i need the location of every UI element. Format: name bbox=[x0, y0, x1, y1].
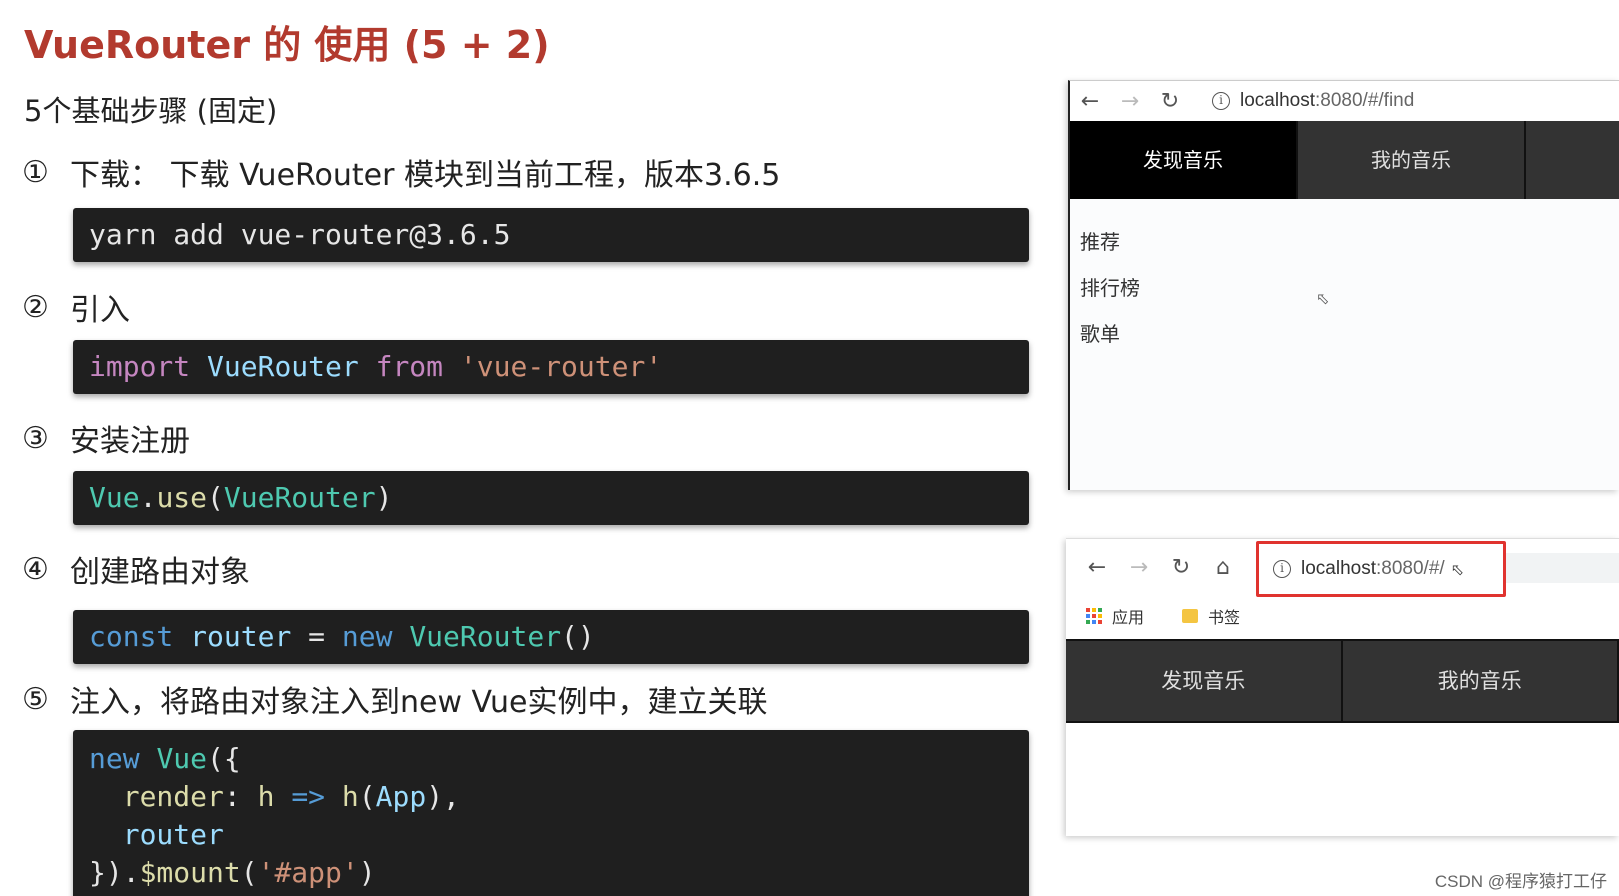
code-identifier: VueRouter bbox=[223, 481, 376, 514]
code-param: h bbox=[257, 780, 275, 813]
code-identifier: VueRouter bbox=[409, 620, 562, 653]
nav-tab-find[interactable]: 发现音乐 bbox=[1066, 641, 1343, 721]
code-punct: ) bbox=[375, 481, 393, 514]
bookmarks-bar: 应用 书签 bbox=[1066, 595, 1619, 637]
arrow-left-icon[interactable]: ← bbox=[1070, 89, 1110, 114]
code-line: yarn add vue-router@3.6.5 bbox=[89, 218, 511, 251]
code-line: }).$mount('#app') bbox=[89, 856, 376, 889]
code-keyword: import bbox=[89, 350, 191, 383]
address-bar-background bbox=[1506, 553, 1619, 583]
code-punct: ) bbox=[358, 856, 376, 889]
folder-icon[interactable] bbox=[1182, 609, 1199, 623]
code-method: use bbox=[156, 481, 208, 514]
code-punct: = bbox=[291, 620, 342, 653]
code-keyword: new bbox=[89, 742, 140, 775]
bookmark-folder[interactable]: 书签 bbox=[1208, 604, 1240, 628]
bookmark-apps[interactable]: 应用 bbox=[1112, 604, 1144, 628]
step-text: 引入 bbox=[70, 293, 130, 328]
url-path: :8080/#/ bbox=[1376, 558, 1445, 579]
arrow-right-icon[interactable]: → bbox=[1118, 555, 1160, 580]
code-block-use: Vue.use(VueRouter) bbox=[73, 471, 1029, 525]
nav-tab-my[interactable]: 我的音乐 bbox=[1343, 641, 1619, 721]
music-nav: 发现音乐 我的音乐 bbox=[1066, 639, 1619, 723]
code-punct: ( bbox=[240, 856, 258, 889]
info-icon[interactable]: i bbox=[1212, 92, 1230, 110]
link-playlist[interactable]: 歌单 bbox=[1080, 315, 1619, 361]
apps-grid-icon[interactable] bbox=[1086, 608, 1102, 624]
step-text: 下载： 下载 VueRouter 模块到当前工程，版本3.6.5 bbox=[70, 158, 781, 193]
code-identifier: router bbox=[122, 818, 224, 851]
code-identifier: Vue bbox=[156, 742, 208, 775]
browser-toolbar: ← → ↻ i localhost:8080/#/find bbox=[1070, 81, 1619, 121]
code-identifier: Vue bbox=[89, 481, 140, 514]
code-identifier: VueRouter bbox=[207, 350, 359, 383]
slide-title: VueRouter 的 使用 (5 + 2) bbox=[24, 23, 550, 67]
slide-subtitle: 5个基础步骤 (固定) bbox=[24, 94, 278, 128]
code-punct: . bbox=[139, 481, 157, 514]
step-number: ⑤ bbox=[22, 681, 49, 717]
address-bar-highlighted[interactable]: i localhost:8080/#/ ⬁ bbox=[1256, 541, 1506, 597]
code-punct: ( bbox=[358, 780, 376, 813]
mouse-cursor-icon: ⬁ bbox=[1316, 289, 1330, 308]
code-operator: => bbox=[291, 780, 326, 813]
arrow-right-icon[interactable]: → bbox=[1110, 89, 1150, 114]
step-number: ③ bbox=[22, 420, 49, 456]
code-block-import: import VueRouter from 'vue-router' bbox=[73, 340, 1029, 394]
code-identifier: App bbox=[375, 780, 427, 813]
step-1: ① 下载： 下载 VueRouter 模块到当前工程，版本3.6.5 bbox=[22, 150, 780, 194]
step-text: 注入，将路由对象注入到new Vue实例中，建立关联 bbox=[70, 685, 768, 720]
link-recommend[interactable]: 推荐 bbox=[1080, 223, 1619, 269]
link-ranking[interactable]: 排行榜 bbox=[1080, 269, 1619, 315]
watermark: CSDN @程序猿打工仔 bbox=[1434, 872, 1607, 891]
code-keyword: from bbox=[375, 350, 444, 383]
url-path: :8080/#/find bbox=[1315, 90, 1415, 111]
code-keyword: const bbox=[89, 620, 174, 653]
url-host: localhost bbox=[1240, 90, 1315, 111]
code-block-install: yarn add vue-router@3.6.5 bbox=[73, 208, 1029, 262]
code-line: render: h => h(App), bbox=[89, 780, 460, 813]
sub-nav-links: 推荐 排行榜 歌单 bbox=[1070, 199, 1619, 361]
nav-tab-my[interactable]: 我的音乐 bbox=[1298, 121, 1526, 199]
code-keyword: new bbox=[341, 620, 393, 653]
code-string: '#app' bbox=[257, 856, 359, 889]
code-identifier: router bbox=[190, 620, 292, 653]
home-icon[interactable]: ⌂ bbox=[1202, 555, 1244, 580]
code-punct: ({ bbox=[207, 742, 241, 775]
step-number: ① bbox=[22, 154, 49, 190]
code-call: h bbox=[341, 780, 359, 813]
mouse-cursor-icon: ⬁ bbox=[1450, 559, 1465, 579]
step-number: ④ bbox=[22, 551, 49, 587]
url-host: localhost bbox=[1301, 558, 1376, 579]
code-punct: }). bbox=[89, 856, 140, 889]
reload-icon[interactable]: ↻ bbox=[1150, 89, 1190, 114]
code-string: 'vue-router' bbox=[459, 350, 663, 383]
step-3: ③ 安装注册 bbox=[22, 416, 190, 460]
address-url[interactable]: localhost:8080/#/ bbox=[1301, 558, 1445, 580]
code-line: new Vue({ bbox=[89, 742, 241, 775]
code-punct: ), bbox=[426, 780, 460, 813]
nav-tab-find[interactable]: 发现音乐 bbox=[1070, 121, 1298, 199]
code-punct: ( bbox=[207, 481, 224, 514]
code-block-router: const router = new VueRouter() bbox=[73, 610, 1029, 664]
code-line: router bbox=[89, 818, 224, 851]
code-block-new-vue: new Vue({ render: h => h(App), router })… bbox=[73, 730, 1029, 896]
step-text: 安装注册 bbox=[70, 424, 190, 459]
code-method: $mount bbox=[139, 856, 241, 889]
address-bar[interactable]: localhost:8080/#/find bbox=[1240, 90, 1414, 112]
arrow-left-icon[interactable]: ← bbox=[1076, 555, 1118, 580]
info-icon[interactable]: i bbox=[1273, 560, 1291, 578]
browser-window-find: ← → ↻ i localhost:8080/#/find 发现音乐 我的音乐 … bbox=[1068, 80, 1619, 490]
step-number: ② bbox=[22, 289, 49, 325]
step-5: ⑤ 注入，将路由对象注入到new Vue实例中，建立关联 bbox=[22, 677, 768, 721]
browser-window-root: ← → ↻ ⌂ i localhost:8080/#/ ⬁ 应用 书签 发现音乐… bbox=[1066, 538, 1619, 836]
reload-icon[interactable]: ↻ bbox=[1160, 555, 1202, 580]
step-text: 创建路由对象 bbox=[70, 555, 250, 590]
code-punct: : bbox=[223, 780, 258, 813]
step-2: ② 引入 bbox=[22, 285, 130, 329]
code-punct: () bbox=[561, 620, 595, 653]
music-nav: 发现音乐 我的音乐 bbox=[1070, 121, 1619, 199]
step-4: ④ 创建路由对象 bbox=[22, 547, 250, 591]
code-key: render bbox=[122, 780, 224, 813]
